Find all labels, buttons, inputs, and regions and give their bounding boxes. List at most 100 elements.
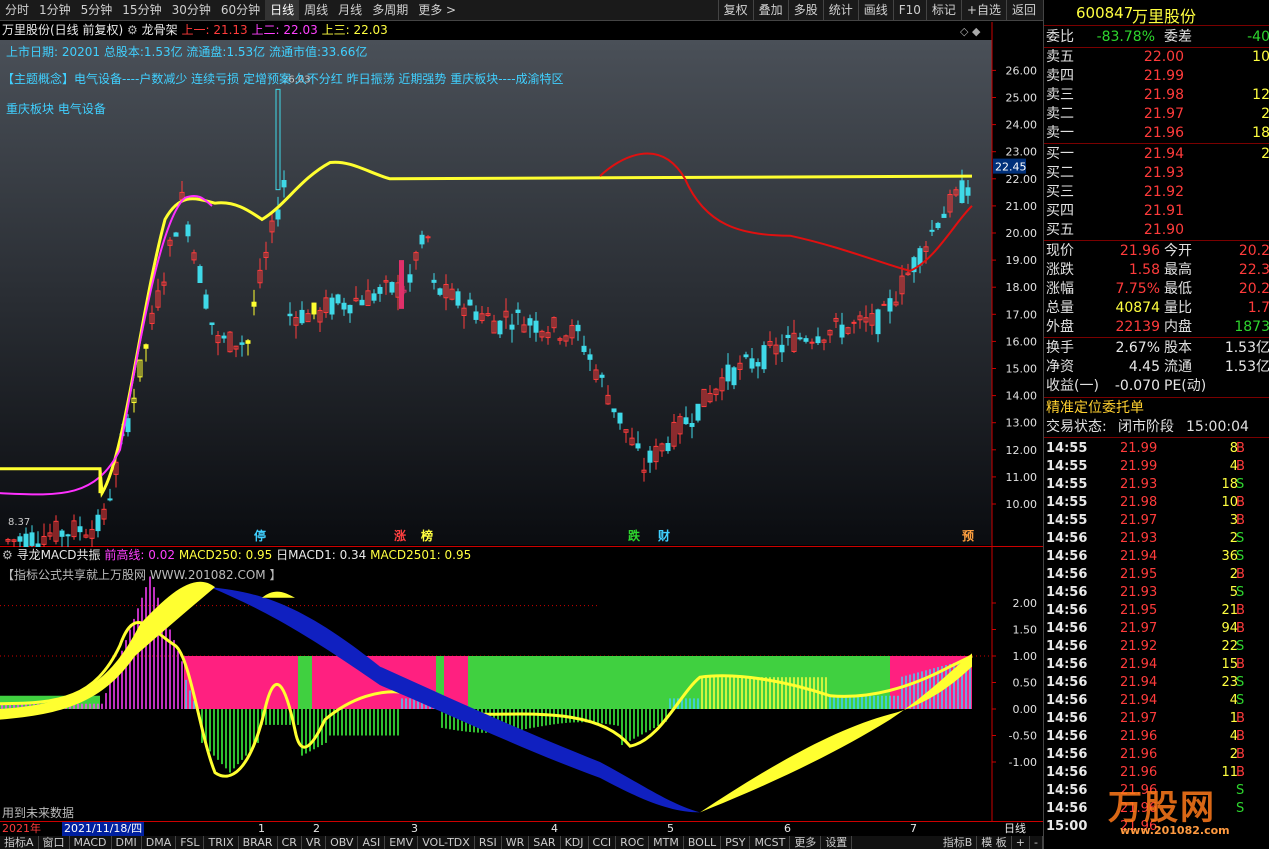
macd-name[interactable]: 寻龙MACD共振	[17, 548, 101, 562]
settings-icon[interactable]: ⚙	[127, 23, 142, 37]
indicator-tab-12[interactable]: EMV	[385, 836, 419, 849]
price-tick-7: 19.00	[1006, 254, 1038, 267]
candle-body	[731, 367, 737, 386]
candle-body	[497, 320, 503, 335]
period-tab-7[interactable]: 周线	[299, 0, 333, 21]
tick-price-7: 21.95	[1120, 567, 1158, 582]
candle-body	[917, 248, 923, 266]
tick-price-1: 21.99	[1120, 459, 1158, 474]
event-marker-4[interactable]: 财	[657, 528, 670, 543]
stat-label-b-2: 最低	[1164, 281, 1192, 297]
expand-icon[interactable]: ◇ ◆	[960, 25, 980, 38]
indicator-tab-1[interactable]: 窗口	[39, 836, 70, 849]
candle-body	[941, 213, 947, 218]
toolbar-action-4[interactable]: 画线	[857, 0, 893, 21]
period-tab-10[interactable]: 更多 >	[413, 0, 461, 21]
period-tab-6[interactable]: 日线	[265, 0, 300, 21]
indicator-right-tabs: 指标B 模 板 + -	[938, 836, 1043, 849]
indicator-tab-9[interactable]: VR	[302, 836, 327, 849]
indicator-tab-7[interactable]: BRAR	[239, 836, 278, 849]
tick-time-2: 14:55	[1046, 477, 1088, 492]
toolbar-action-3[interactable]: 统计	[822, 0, 858, 21]
tick-row-4: 14:55 21.97 3 B	[1046, 512, 1269, 530]
indicator-tab-22[interactable]: PSY	[721, 836, 751, 849]
indicator-tab-25[interactable]: 设置	[821, 836, 853, 849]
info-line-2: 【主题概念】电气设备----户数减少 连续亏损 定增预案 久不分红 昨日振荡 近…	[2, 72, 564, 86]
indicator-right-tab-1[interactable]: 模 板	[977, 836, 1012, 849]
stat2-value-a-0: 2.67%	[1115, 340, 1160, 356]
event-marker-2[interactable]: 榜	[421, 528, 433, 543]
tick-time-16: 14:56	[1046, 729, 1088, 744]
indicator-tab-2[interactable]: MACD	[70, 836, 112, 849]
indicator-tab-6[interactable]: TRIX	[204, 836, 239, 849]
event-marker-3[interactable]: 跌	[628, 528, 641, 543]
indicator-tab-0[interactable]: 指标A	[0, 836, 39, 849]
candle-body	[809, 341, 815, 344]
tick-price-16: 21.96	[1120, 729, 1158, 744]
period-tab-0[interactable]: 分时	[0, 0, 34, 21]
precise-order-label[interactable]: 精准定位委托单	[1046, 399, 1144, 417]
indicator-name[interactable]: 龙骨架	[142, 23, 178, 37]
indicator-tab-16[interactable]: SAR	[529, 836, 561, 849]
indicator-tab-4[interactable]: DMA	[142, 836, 177, 849]
trade-time-value: 15:00:04	[1186, 419, 1249, 435]
resonance-block	[508, 656, 890, 709]
price-tick-14: 12.00	[1006, 444, 1038, 457]
period-label: 日线	[1004, 822, 1026, 835]
toolbar-action-6[interactable]: 标记	[925, 0, 961, 21]
indicator-tab-24[interactable]: 更多	[790, 836, 822, 849]
event-marker-1[interactable]: 涨	[394, 528, 406, 543]
event-marker-0[interactable]: 停	[254, 528, 266, 543]
indicator-tab-17[interactable]: KDJ	[561, 836, 589, 849]
macd-notice: 【指标公式共享就上万股网 WWW.201082.COM 】	[2, 568, 282, 582]
indicator-tab-3[interactable]: DMI	[112, 836, 142, 849]
toolbar-action-1[interactable]: 叠加	[752, 0, 788, 21]
toolbar-action-7[interactable]: +自选	[960, 0, 1006, 21]
period-tab-5[interactable]: 60分钟	[216, 0, 265, 21]
indicator-right-tab-3[interactable]: -	[1030, 836, 1043, 849]
stat2-value-a-1: 4.45	[1128, 359, 1160, 375]
candle-body	[335, 294, 341, 304]
indicator-tab-13[interactable]: VOL-TDX	[418, 836, 475, 849]
bid-label-4: 买五	[1046, 222, 1074, 238]
indicator-tab-5[interactable]: FSL	[176, 836, 205, 849]
stat-label-b-3: 量比	[1164, 300, 1192, 316]
indicator-tab-15[interactable]: WR	[502, 836, 530, 849]
indicator-tab-11[interactable]: ASI	[358, 836, 386, 849]
stat2-row-0: 换手 2.67% 股本 1.53亿	[1046, 339, 1269, 357]
tick-time-14: 14:56	[1046, 693, 1088, 708]
toolbar-action-2[interactable]: 多股	[787, 0, 823, 21]
bid-label-2: 买三	[1046, 184, 1074, 200]
period-tab-8[interactable]: 月线	[333, 0, 367, 21]
ask-price-2: 21.98	[1143, 87, 1184, 103]
indicator-tab-10[interactable]: OBV	[326, 836, 359, 849]
indicator-right-tab-0[interactable]: 指标B	[939, 836, 978, 849]
indicator-tab-21[interactable]: BOLL	[684, 836, 722, 849]
indicator-tab-19[interactable]: ROC	[616, 836, 650, 849]
indicator-tab-23[interactable]: MCST	[750, 836, 791, 849]
indicator-tab-14[interactable]: RSI	[475, 836, 502, 849]
candle-body	[203, 294, 209, 309]
l1-value: 21.13	[213, 23, 248, 37]
settings-icon[interactable]: ⚙	[2, 548, 17, 562]
indicator-tab-8[interactable]: CR	[278, 836, 302, 849]
tick-price-11: 21.92	[1120, 639, 1158, 654]
indicator-tab-20[interactable]: MTM	[649, 836, 684, 849]
ask-row-0: 卖五 22.00 10	[1046, 48, 1269, 66]
period-tab-3[interactable]: 15分钟	[117, 0, 166, 21]
toolbar-action-0[interactable]: 复权	[717, 0, 753, 21]
kline-chart[interactable]: 26.00 25.00 24.00 23.00 22.00 21.00 20.00 19.00…	[0, 22, 1043, 547]
period-tab-2[interactable]: 5分钟	[76, 0, 118, 21]
main-chart-header: 万里股份(日线 前复权) ⚙ 龙骨架 上一: 21.13 上二: 22.03 上…	[2, 22, 388, 38]
period-tab-1[interactable]: 1分钟	[34, 0, 76, 21]
event-marker-5[interactable]: 预	[962, 529, 974, 543]
candle-body	[881, 303, 887, 306]
toolbar-action-8[interactable]: 返回	[1005, 0, 1041, 21]
toolbar-action-5[interactable]: F10	[892, 0, 926, 21]
indicator-right-tab-2[interactable]: +	[1012, 836, 1031, 849]
period-tab-9[interactable]: 多周期	[367, 0, 413, 21]
period-tab-4[interactable]: 30分钟	[167, 0, 216, 21]
macd-chart[interactable]: 2.00 1.50 1.00 0.50 0.00 -0.50 -1.00 ⚙ 寻龙MACD共…	[0, 547, 1043, 821]
indicator-tab-18[interactable]: CCI	[589, 836, 617, 849]
l3-label: 上三:	[321, 23, 350, 37]
